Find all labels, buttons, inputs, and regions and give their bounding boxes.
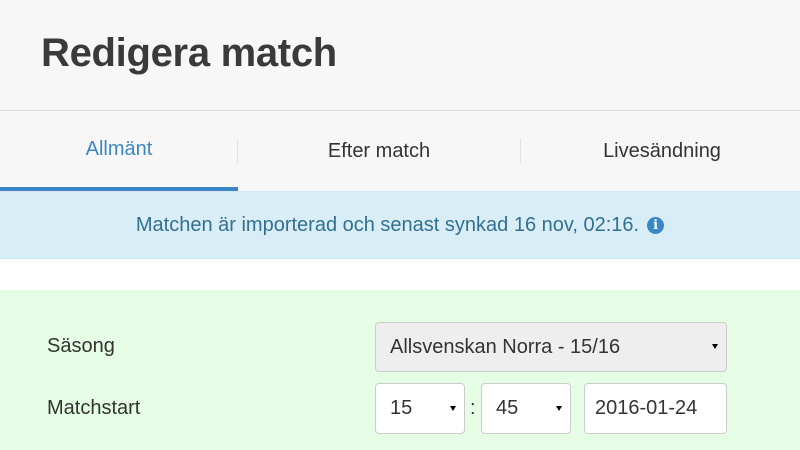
- tab-allmant[interactable]: Allmänt: [0, 111, 238, 191]
- chevron-down-icon: [450, 405, 456, 411]
- tab-label: Livesändning: [603, 139, 721, 162]
- season-label: Säsong: [47, 335, 115, 357]
- sync-status-alert: Matchen är importerad och senast synkad …: [0, 192, 800, 259]
- minute-select[interactable]: 45: [481, 383, 571, 434]
- tab-label: Allmänt: [85, 137, 153, 160]
- tab-label: Efter match: [327, 139, 431, 162]
- chevron-down-icon: [712, 344, 718, 349]
- tab-efter-match[interactable]: Efter match: [238, 111, 520, 191]
- hour-select-value: 15: [390, 397, 413, 419]
- alert-text: Matchen är importerad och senast synkad …: [135, 213, 640, 236]
- season-select-value: Allsvenskan Norra - 15/16: [390, 335, 621, 358]
- tab-livesandning[interactable]: Livesändning: [521, 111, 800, 191]
- season-select[interactable]: Allsvenskan Norra - 15/16: [375, 322, 727, 372]
- page-header: Redigera match: [0, 0, 800, 111]
- info-icon[interactable]: i: [647, 216, 665, 234]
- minute-select-value: 45: [496, 397, 519, 419]
- hour-select[interactable]: 15: [375, 383, 465, 434]
- tab-bar: Allmänt Efter match Livesändning: [0, 111, 800, 192]
- time-separator: :: [470, 397, 476, 419]
- page-title: Redigera match: [41, 31, 337, 75]
- match-date-input[interactable]: [584, 383, 727, 434]
- match-start-label: Matchstart: [47, 397, 141, 419]
- chevron-down-icon: [556, 405, 562, 411]
